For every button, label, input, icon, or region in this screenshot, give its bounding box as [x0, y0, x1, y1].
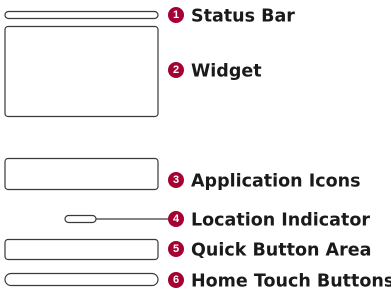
label-home-touch-buttons: Home Touch Buttons [191, 272, 391, 291]
callout-home-touch-buttons: 6 Home Touch Buttons [4, 272, 391, 291]
badge-4-number: 4 [173, 213, 180, 225]
badge-1-number: 1 [173, 9, 179, 21]
label-status-bar: Status Bar [191, 7, 295, 27]
location-indicator-region [64, 214, 97, 224]
callout-widget: 2 Widget [4, 25, 262, 118]
label-quick-button-area: Quick Button Area [191, 241, 371, 261]
status-bar-region [4, 10, 159, 20]
callout-location-indicator: 4 Location Indicator [64, 211, 370, 231]
callout-status-bar: 1 Status Bar [4, 7, 295, 27]
quick-button-area-region [4, 238, 159, 261]
home-touch-buttons-region [4, 272, 159, 287]
badge-6-number: 6 [173, 274, 179, 286]
badge-5-number: 5 [173, 243, 179, 255]
application-icons-region [4, 157, 159, 191]
label-widget: Widget [191, 62, 262, 82]
callout-quick-button-area: 5 Quick Button Area [4, 238, 371, 261]
label-application-icons: Application Icons [191, 172, 361, 192]
badge-2-number: 2 [173, 64, 179, 76]
callout-application-icons: 3 Application Icons [4, 157, 361, 192]
widget-region [4, 25, 159, 118]
home-screen-callout-diagram: 1 Status Bar 2 Widget 3 Application Icon… [4, 7, 391, 291]
label-location-indicator: Location Indicator [191, 211, 370, 231]
badge-3-number: 3 [173, 174, 179, 186]
